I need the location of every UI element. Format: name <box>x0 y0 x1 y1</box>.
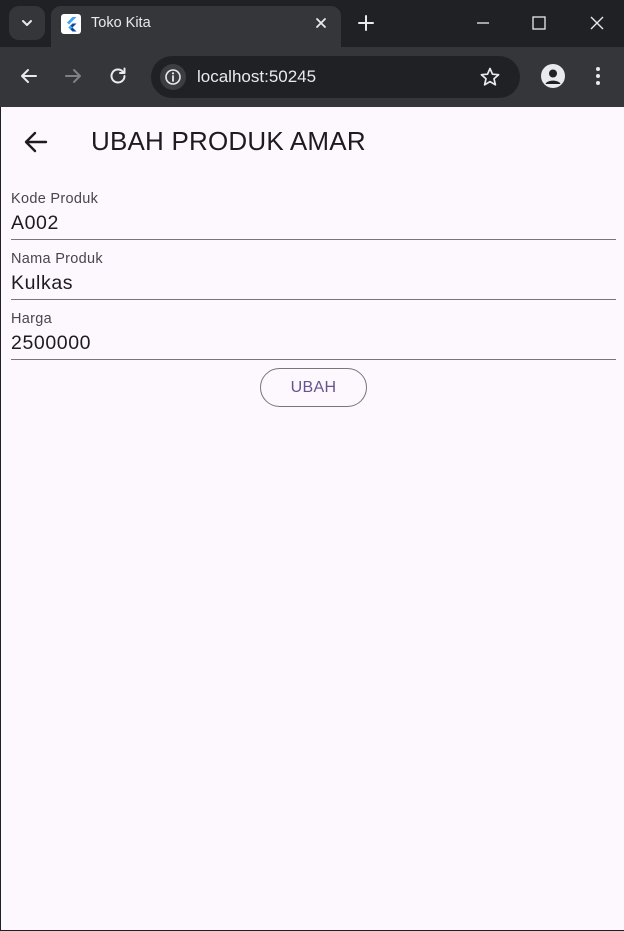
nama-produk-input[interactable] <box>11 270 616 296</box>
nama-produk-field: Nama Produk <box>11 251 616 311</box>
info-icon[interactable] <box>160 64 186 90</box>
harga-label: Harga <box>11 311 52 327</box>
minimize-icon[interactable] <box>472 13 494 33</box>
browser-tab-active[interactable]: Toko Kita <box>51 6 341 47</box>
kode-produk-underline <box>11 239 616 240</box>
arrow-left-icon[interactable] <box>23 130 49 154</box>
kode-produk-label: Kode Produk <box>11 191 99 207</box>
tab-search-button[interactable] <box>9 6 45 40</box>
app-page: UBAH PRODUK AMAR Kode Produk Nama Produk… <box>1 107 624 930</box>
page-title: UBAH PRODUK AMAR <box>91 126 366 156</box>
nama-produk-label: Nama Produk <box>11 251 103 267</box>
window-close-icon[interactable] <box>586 13 608 33</box>
ubah-button[interactable]: UBAH <box>260 368 367 407</box>
url-text[interactable]: localhost:50245 <box>197 67 316 87</box>
kode-produk-input[interactable] <box>11 210 616 236</box>
harga-input[interactable] <box>11 330 616 356</box>
tab-title: Toko Kita <box>91 15 151 31</box>
address-bar[interactable]: localhost:50245 <box>151 56 520 98</box>
maximize-icon[interactable] <box>528 13 550 33</box>
harga-underline <box>11 359 616 360</box>
flutter-logo-icon <box>61 14 81 34</box>
kode-produk-field: Kode Produk <box>11 191 616 251</box>
chevron-down-icon <box>22 20 32 26</box>
browser-tabstrip: Toko Kita <box>0 0 624 47</box>
harga-field: Harga <box>11 311 616 371</box>
arrow-right-icon[interactable] <box>62 65 84 87</box>
close-icon[interactable] <box>313 15 329 31</box>
star-icon[interactable] <box>479 66 501 88</box>
nama-produk-underline <box>11 299 616 300</box>
account-icon[interactable] <box>541 64 565 88</box>
plus-icon[interactable] <box>356 13 376 33</box>
arrow-left-icon[interactable] <box>18 65 40 87</box>
reload-icon[interactable] <box>107 65 129 87</box>
browser-toolbar: localhost:50245 <box>0 47 624 107</box>
more-vert-icon[interactable] <box>588 64 608 88</box>
